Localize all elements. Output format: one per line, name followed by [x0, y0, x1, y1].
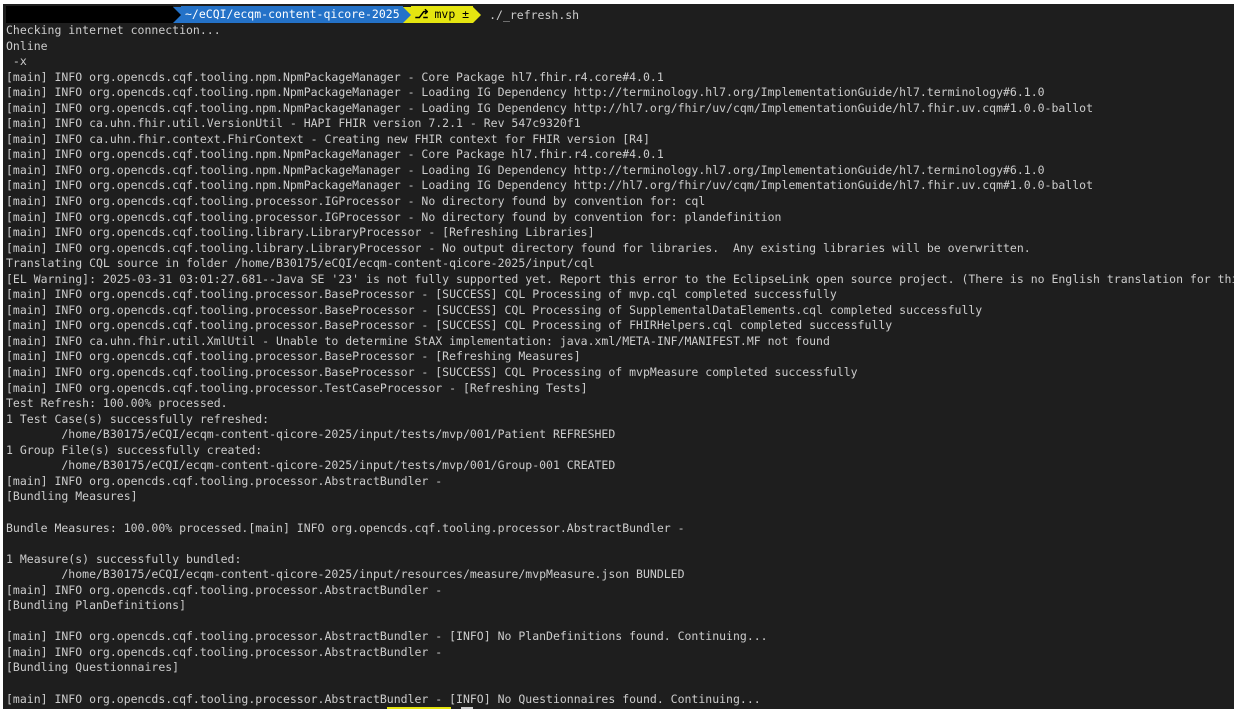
output-line: [main] INFO org.opencds.cqf.tooling.libr… [6, 225, 595, 240]
output-line: [main] INFO org.opencds.cqf.tooling.npm.… [6, 100, 1094, 115]
prompt-separator-arrow [173, 6, 181, 23]
output-line: Checking internet connection... [6, 23, 221, 37]
scrolled-prompt-fragment [387, 707, 451, 709]
output-line: [main] INFO org.opencds.cqf.tooling.proc… [6, 365, 858, 380]
output-line: [Bundling Measures] [6, 489, 138, 504]
output-line: /home/B30175/eCQI/ecqm-content-qicore-20… [6, 567, 685, 582]
output-line: 1 Measure(s) successfully bundled: [6, 551, 242, 566]
output-line: [main] INFO org.opencds.cqf.tooling.proc… [6, 380, 588, 395]
output-line: 1 Group File(s) successfully created: [6, 442, 263, 457]
git-branch-icon: ⎇ [414, 7, 429, 21]
prompt-user-segment [6, 6, 173, 23]
output-line: [main] INFO org.opencds.cqf.tooling.npm.… [6, 85, 1045, 100]
output-line: [main] INFO org.opencds.cqf.tooling.proc… [6, 644, 443, 659]
output-line: 1 Test Case(s) successfully refreshed: [6, 411, 270, 426]
output-line: [main] INFO org.opencds.cqf.tooling.proc… [6, 349, 581, 364]
output-line: [main] INFO org.opencds.cqf.tooling.npm.… [6, 162, 1045, 177]
output-line: /home/B30175/eCQI/ecqm-content-qicore-20… [6, 427, 616, 442]
prompt-separator-arrow [473, 6, 482, 23]
output-line: /home/B30175/eCQI/ecqm-content-qicore-20… [6, 458, 616, 473]
prompt-directory: ~/eCQI/ecqm-content-qicore-2025 [181, 6, 403, 23]
output-line: [main] INFO ca.uhn.fhir.context.FhirCont… [6, 131, 650, 146]
output-line: [main] INFO org.opencds.cqf.tooling.proc… [6, 629, 768, 644]
output-line: [main] INFO org.opencds.cqf.tooling.npm.… [6, 147, 664, 162]
output-line: [Bundling PlanDefinitions] [6, 598, 187, 613]
shell-prompt: ~/eCQI/ecqm-content-qicore-2025 ⎇ mvp ± … [6, 6, 579, 23]
prompt-separator-arrow [402, 6, 411, 23]
output-line: [main] INFO ca.uhn.fhir.util.XmlUtil - U… [6, 333, 830, 348]
output-line: [main] INFO org.opencds.cqf.tooling.proc… [6, 582, 443, 597]
terminal-window[interactable]: ~/eCQI/ecqm-content-qicore-2025 ⎇ mvp ± … [3, 4, 1234, 709]
output-line: [main] INFO org.opencds.cqf.tooling.npm.… [6, 69, 664, 84]
output-line: [main] INFO org.opencds.cqf.tooling.proc… [6, 209, 782, 224]
output-line: Test Refresh: 100.00% processed. [6, 396, 228, 411]
prompt-git-branch: mvp ± [434, 7, 470, 21]
scrolled-cursor-fragment [461, 707, 473, 709]
output-line: Bundle Measures: 100.00% processed.[main… [6, 520, 685, 535]
output-line: [main] INFO org.opencds.cqf.tooling.proc… [6, 302, 983, 317]
output-line: [EL Warning]: 2025-03-31 03:01:27.681--J… [6, 271, 1234, 286]
output-line: [main] INFO org.opencds.cqf.tooling.npm.… [6, 178, 1094, 193]
output-line: [main] INFO org.opencds.cqf.tooling.proc… [6, 287, 837, 302]
prompt-command: ./_refresh.sh [489, 7, 580, 22]
terminal-output: Checking internet connection... Online -x… [6, 23, 1234, 707]
output-line: Translating CQL source in folder /home/B… [6, 256, 595, 271]
output-line: -x [6, 54, 27, 69]
prompt-git-segment: ⎇ mvp ± [410, 6, 474, 23]
output-line: [main] INFO org.opencds.cqf.tooling.proc… [6, 473, 443, 488]
output-line: [main] INFO ca.uhn.fhir.util.VersionUtil… [6, 116, 581, 131]
output-line: [main] INFO org.opencds.cqf.tooling.proc… [6, 318, 893, 333]
output-line: [main] INFO org.opencds.cqf.tooling.proc… [6, 194, 706, 209]
output-line: [Bundling Questionnaires] [6, 660, 180, 675]
output-line: Online [6, 38, 48, 53]
output-line: [main] INFO org.opencds.cqf.tooling.proc… [6, 691, 761, 706]
output-line: [main] INFO org.opencds.cqf.tooling.libr… [6, 240, 1031, 255]
